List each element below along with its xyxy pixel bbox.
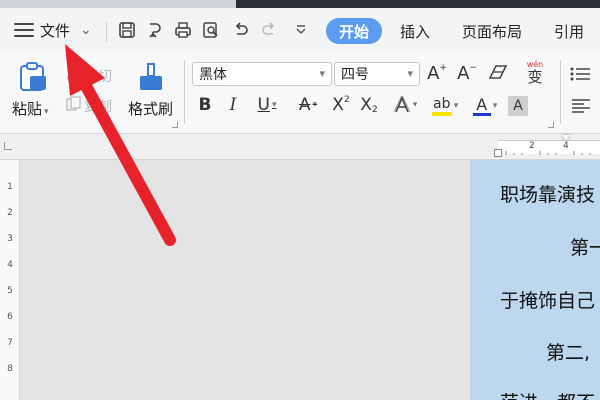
customize-toolbar-icon[interactable] <box>288 18 314 42</box>
vruler-number: 3 <box>7 234 13 244</box>
text-effect-icon[interactable]: ▾ <box>390 94 420 116</box>
ruler-mark-4: 4 <box>563 141 569 151</box>
font-size-value: 四号 <box>341 67 369 83</box>
left-indent-marker[interactable] <box>494 149 502 157</box>
subscript-icon[interactable]: X2 <box>358 94 380 116</box>
document-page[interactable]: 职场靠演技 第一 于掩饰自己 第二, 范进，都不 <box>470 160 600 400</box>
font-color-button[interactable]: A ▾ <box>470 94 500 118</box>
tab-insert[interactable]: 插入 <box>392 18 438 44</box>
undo-icon[interactable] <box>228 18 254 42</box>
strikethrough-icon[interactable]: A ▾ <box>290 94 326 116</box>
vruler-number: 4 <box>7 260 13 270</box>
output-pdf-icon[interactable] <box>142 18 168 42</box>
bullet-list-icon[interactable] <box>568 64 594 84</box>
hamburger-icon <box>14 23 34 37</box>
copy-icon[interactable] <box>66 96 82 112</box>
chevron-down-icon: ⌄ <box>80 22 92 38</box>
bold-icon[interactable]: B <box>196 94 214 116</box>
align-left-icon[interactable] <box>568 96 594 116</box>
menu-bar: 文件 ⌄ 开始 插入 页面布局 引用 <box>0 8 600 52</box>
doc-line[interactable]: 于掩饰自己 <box>500 286 595 313</box>
vruler-number: 1 <box>7 182 13 192</box>
title-strip <box>0 0 600 8</box>
tab-home[interactable]: 开始 <box>326 18 382 44</box>
vruler-number: 8 <box>7 364 13 374</box>
vertical-ruler: 1 2 3 4 5 6 7 8 <box>0 160 20 400</box>
ribbon-home: 粘贴 ▾ 剪切 复制 格式刷 黑体 ▾ 四号 ▾ A + A − wén 变 B… <box>0 52 600 134</box>
horizontal-ruler[interactable]: 2 4 <box>0 134 600 160</box>
doc-line[interactable]: 第一 <box>570 233 600 260</box>
file-menu-button[interactable]: 文件 ⌄ <box>14 16 92 44</box>
paste-button[interactable]: 粘贴 ▾ <box>12 98 49 119</box>
format-painter-icon[interactable] <box>136 62 166 92</box>
paste-label: 粘贴 <box>12 100 43 118</box>
tab-stop-selector-icon[interactable] <box>4 142 12 150</box>
grow-font-icon[interactable]: A + <box>426 62 448 84</box>
phonetic-guide-button[interactable]: wén 变 <box>518 60 552 86</box>
chevron-down-icon: ▾ <box>319 67 325 80</box>
paste-icon[interactable] <box>16 62 52 92</box>
first-line-indent-marker[interactable] <box>562 135 570 141</box>
save-icon[interactable] <box>114 18 140 42</box>
font-size-dropdown[interactable]: 四号 ▾ <box>334 62 420 86</box>
clear-format-icon[interactable] <box>486 62 510 84</box>
print-icon[interactable] <box>170 18 196 42</box>
superscript-icon[interactable]: X2 <box>330 94 352 116</box>
redo-icon[interactable] <box>256 18 282 42</box>
vruler-number: 6 <box>7 312 13 322</box>
doc-line[interactable]: 第二, <box>546 338 590 365</box>
doc-line[interactable]: 范进，都不 <box>500 388 595 400</box>
font-name-dropdown[interactable]: 黑体 ▾ <box>192 62 332 86</box>
vruler-number: 7 <box>7 338 13 348</box>
doc-line[interactable]: 职场靠演技 <box>500 180 595 207</box>
italic-icon[interactable]: I <box>224 94 242 116</box>
font-name-value: 黑体 <box>199 67 227 83</box>
print-preview-icon[interactable] <box>198 18 224 42</box>
wps-writer-window: 文件 ⌄ 开始 插入 页面布局 引用 粘贴 ▾ 剪切 复制 格式刷 黑体 ▾ 四… <box>0 0 600 400</box>
vruler-number: 2 <box>7 208 13 218</box>
file-menu-label: 文件 <box>40 21 71 40</box>
font-launcher-icon[interactable] <box>548 122 554 128</box>
vruler-number: 5 <box>7 286 13 296</box>
tab-page-layout[interactable]: 页面布局 <box>452 18 532 44</box>
ruler-mark-2: 2 <box>529 141 535 151</box>
cut-button[interactable]: 剪切 <box>84 66 112 86</box>
tab-references[interactable]: 引用 <box>546 18 592 44</box>
chevron-down-icon: ▾ <box>407 67 413 80</box>
scissors-icon[interactable] <box>66 66 82 82</box>
char-shading-icon[interactable]: A <box>508 96 528 116</box>
underline-icon[interactable]: U ▾ <box>252 94 282 116</box>
highlight-color-button[interactable]: ab ▾ <box>428 94 462 118</box>
copy-button[interactable]: 复制 <box>84 96 112 116</box>
format-painter-button[interactable]: 格式刷 <box>128 98 173 119</box>
shrink-font-icon[interactable]: A − <box>456 62 478 84</box>
clipboard-launcher-icon[interactable] <box>172 122 178 128</box>
